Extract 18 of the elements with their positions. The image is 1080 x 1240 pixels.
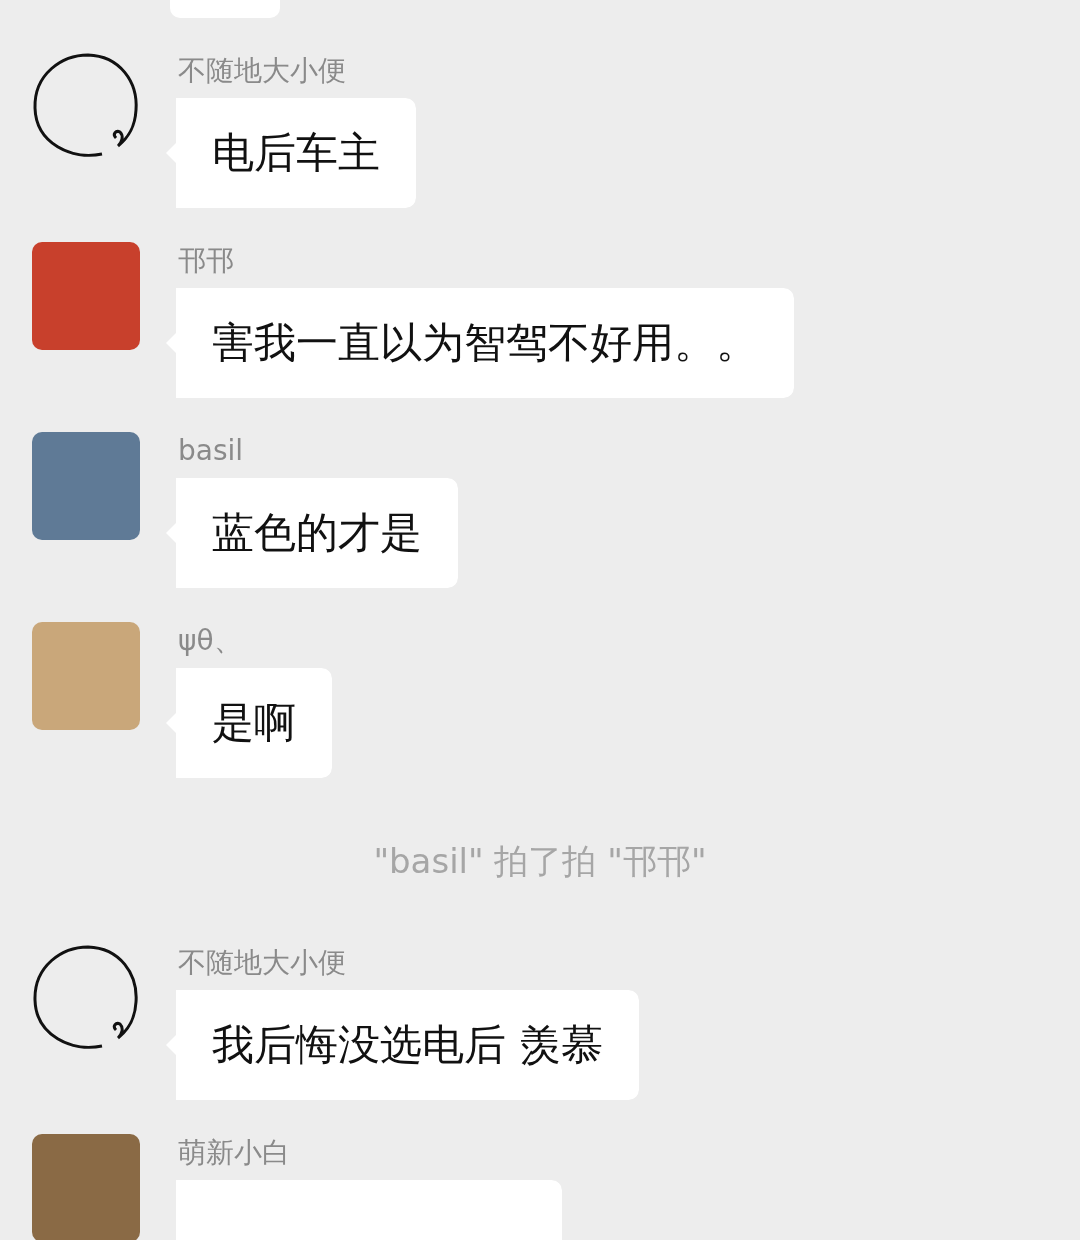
message-bubble: 害我一直以为智驾不好用。。: [166, 288, 794, 398]
avatar-photo-placeholder[interactable]: [32, 622, 140, 730]
message-bubble: 我后悔没选电后 羡慕: [166, 990, 640, 1100]
message-bubble: 是啊: [166, 668, 332, 778]
sender-name: 邗邗: [178, 243, 234, 279]
sender-name: ψθ、: [178, 623, 242, 659]
circle-avatar-icon[interactable]: [32, 944, 140, 1052]
sender-name: 萌新小白: [178, 1135, 290, 1171]
avatar-photo-placeholder[interactable]: [32, 242, 140, 350]
avatar-photo-placeholder[interactable]: [32, 1134, 140, 1240]
message-bubble: 电后车主: [166, 98, 416, 208]
sender-name: basil: [178, 433, 244, 469]
system-notice: "basil" 拍了拍 "邗邗": [372, 840, 708, 883]
message-bubble: 蓝色的才是: [166, 478, 458, 588]
avatar-photo-placeholder[interactable]: [32, 432, 140, 540]
sender-name: 不随地大小便: [178, 53, 346, 89]
sender-name: 不随地大小便: [178, 945, 346, 981]
circle-avatar-icon[interactable]: [32, 52, 140, 160]
